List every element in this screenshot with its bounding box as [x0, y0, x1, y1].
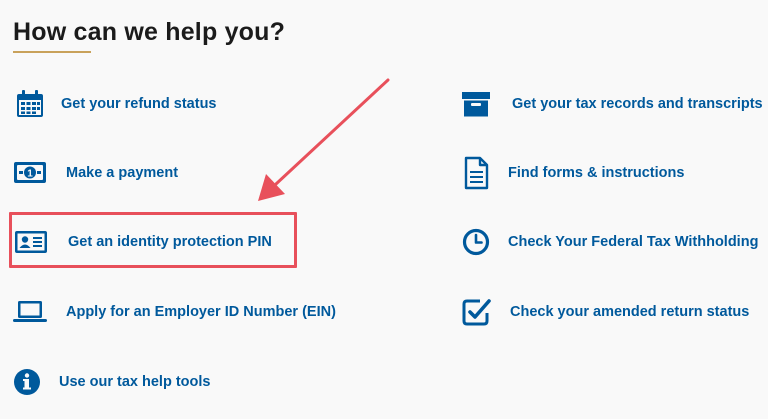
link-refund-status[interactable]: Get your refund status: [12, 87, 217, 121]
link-tax-records[interactable]: Get your tax records and transcripts: [458, 87, 763, 121]
link-label: Make a payment: [66, 165, 179, 181]
link-label: Find forms & instructions: [508, 165, 685, 181]
id-card-icon: [13, 225, 49, 259]
link-label: Check your amended return status: [510, 304, 750, 320]
link-identity-protection-pin[interactable]: Get an identity protection PIN: [13, 225, 272, 259]
page-title: How can we help you?: [13, 18, 286, 46]
link-label: Get an identity protection PIN: [68, 234, 272, 250]
link-make-payment[interactable]: 1 Make a payment: [12, 156, 178, 190]
link-employer-id[interactable]: Apply for an Employer ID Number (EIN): [12, 295, 336, 329]
link-label: Get your tax records and transcripts: [512, 96, 763, 112]
checkbox-icon: [458, 295, 494, 329]
dollar-bill-icon: 1: [12, 156, 48, 190]
clock-icon: [458, 225, 494, 259]
link-amended-return[interactable]: Check your amended return status: [458, 295, 749, 329]
link-label: Use our tax help tools: [59, 374, 211, 390]
link-label: Get your refund status: [61, 96, 217, 112]
link-label: Check Your Federal Tax Withholding: [508, 234, 759, 250]
link-label: Apply for an Employer ID Number (EIN): [66, 304, 336, 320]
title-underline: [13, 51, 91, 53]
link-forms-instructions[interactable]: Find forms & instructions: [458, 156, 684, 190]
info-icon: [9, 365, 45, 399]
svg-text:1: 1: [27, 169, 33, 180]
archive-box-icon: [458, 87, 494, 121]
laptop-icon: [12, 295, 48, 329]
link-tax-help-tools[interactable]: Use our tax help tools: [9, 365, 210, 399]
document-icon: [458, 156, 494, 190]
link-tax-withholding[interactable]: Check Your Federal Tax Withholding: [458, 225, 758, 259]
annotation-arrow: [258, 78, 390, 201]
calendar-icon: [12, 87, 48, 121]
